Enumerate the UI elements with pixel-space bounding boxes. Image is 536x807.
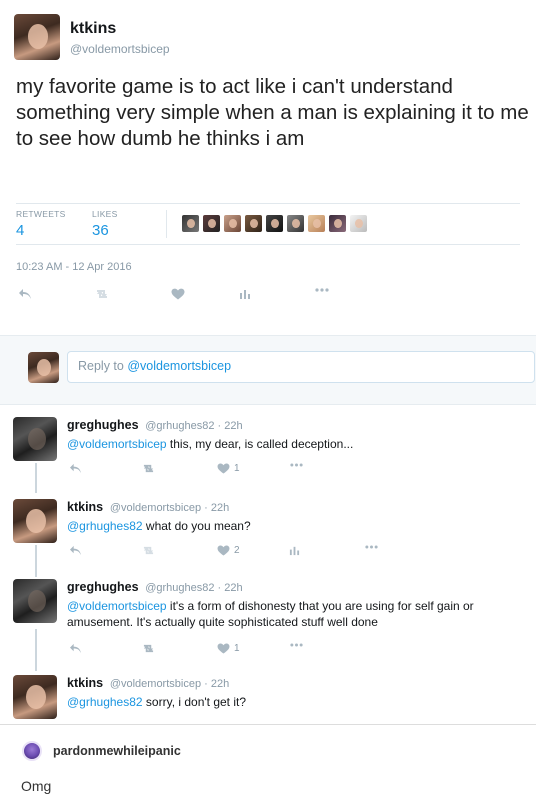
liker-avatar[interactable] [224,215,241,232]
tweet-stats: RETWEETS 4 LIKES 36 [16,203,520,245]
reply-mention[interactable]: @voldemortsbicep [67,437,167,451]
avatar[interactable] [14,14,60,60]
reply-author-name[interactable]: ktkins [67,500,103,514]
avatar[interactable] [13,675,57,719]
tweet-actions [18,288,338,304]
liker-avatar[interactable] [287,215,304,232]
more-icon[interactable] [290,463,303,467]
liker-avatar[interactable] [266,215,283,232]
retweet-icon[interactable] [141,463,156,474]
reply-icon[interactable] [69,545,82,556]
heart-icon[interactable]: 2 [217,545,240,556]
main-tweet: ktkins @voldemortsbicep my favorite game… [0,0,536,335]
like-count: 1 [234,463,240,474]
reply-thread: greghughes @grhughes82 · 22h @voldemorts… [0,405,536,725]
reply-meta[interactable]: @voldemortsbicep · 22h [110,678,229,690]
likes-stat[interactable]: LIKES 36 [92,209,118,239]
author-handle[interactable]: @voldemortsbicep [70,42,170,56]
reply-author-name[interactable]: greghughes [67,580,139,594]
heart-icon[interactable] [171,288,185,300]
retweets-label: RETWEETS [16,209,66,219]
reply-icon[interactable] [18,288,32,300]
liker-avatar[interactable] [203,215,220,232]
reply-meta[interactable]: @voldemortsbicep · 22h [110,502,229,514]
reply-mention[interactable]: @grhughes82 [67,695,143,709]
liker-avatar[interactable] [350,215,367,232]
reply-mention[interactable]: @grhughes82 [67,519,143,533]
retweets-stat[interactable]: RETWEETS 4 [16,209,66,239]
tweet-text: my favorite game is to act like i can't … [16,75,529,150]
avatar[interactable] [28,352,59,383]
reply-author-name[interactable]: ktkins [67,676,103,690]
reply-header: ktkins @voldemortsbicep · 22h [67,676,229,690]
reply-prefix: Reply to [78,359,128,373]
reply-header: greghughes @grhughes82 · 22h [67,580,243,594]
thread-connector [35,545,37,577]
reply-meta[interactable]: @grhughes82 · 22h [145,420,242,432]
reply-text: @grhughes82 what do you mean? [67,518,527,534]
reply-header: greghughes @grhughes82 · 22h [67,418,243,432]
reply-meta[interactable]: @grhughes82 · 22h [145,582,242,594]
reply-mention: @voldemortsbicep [127,359,232,373]
reply-body: sorry, i don't get it? [142,695,247,709]
more-icon[interactable] [290,643,303,647]
reply-mention[interactable]: @voldemortsbicep [67,599,167,613]
heart-icon[interactable]: 1 [217,463,240,474]
reply-actions: 2 [67,545,378,559]
author-name[interactable]: ktkins [70,20,116,38]
likes-count: 36 [92,222,109,239]
reply-composer: Reply to @voldemortsbicep [0,335,536,405]
reblogger-username[interactable]: pardonmewhileipanic [53,744,181,758]
reply-header: ktkins @voldemortsbicep · 22h [67,500,229,514]
heart-icon[interactable]: 1 [217,643,240,654]
thread-connector [35,463,37,493]
likes-label: LIKES [92,209,118,219]
analytics-icon[interactable] [289,545,300,556]
reply-text: @voldemortsbicep this, my dear, is calle… [67,436,527,452]
like-count: 1 [234,643,240,654]
like-count: 2 [234,545,240,556]
stats-divider [166,210,167,238]
reblog-comment: Omg [21,778,52,794]
retweet-icon[interactable] [141,545,156,556]
avatar[interactable] [13,579,57,623]
retweets-count: 4 [16,222,25,239]
tweet-timestamp[interactable]: 10:23 AM - 12 Apr 2016 [16,261,132,273]
reply-text: @voldemortsbicep it's a form of dishones… [67,598,527,630]
reply-actions: 1 [67,463,327,477]
liker-avatar[interactable] [308,215,325,232]
avatar[interactable] [13,417,57,461]
reply-body: this, my dear, is called deception... [166,437,354,451]
reply-author-name[interactable]: greghughes [67,418,139,432]
more-icon[interactable] [315,288,329,292]
retweet-icon[interactable] [141,643,156,654]
liker-avatars [182,215,367,232]
liker-avatar[interactable] [182,215,199,232]
reblog-footer: pardonmewhileipanic Omg [0,724,536,807]
reply-text: @grhughes82 sorry, i don't get it? [67,694,527,710]
retweet-icon[interactable] [94,288,110,300]
reply-icon[interactable] [69,463,82,474]
avatar[interactable] [22,741,42,761]
liker-avatar[interactable] [329,215,346,232]
avatar[interactable] [13,499,57,543]
reply-icon[interactable] [69,643,82,654]
liker-avatar[interactable] [245,215,262,232]
thread-connector [35,629,37,671]
reply-actions: 1 [67,643,327,657]
reply-input[interactable]: Reply to @voldemortsbicep [67,351,535,383]
more-icon[interactable] [365,545,378,549]
reply-body: what do you mean? [142,519,251,533]
analytics-icon[interactable] [239,288,251,300]
